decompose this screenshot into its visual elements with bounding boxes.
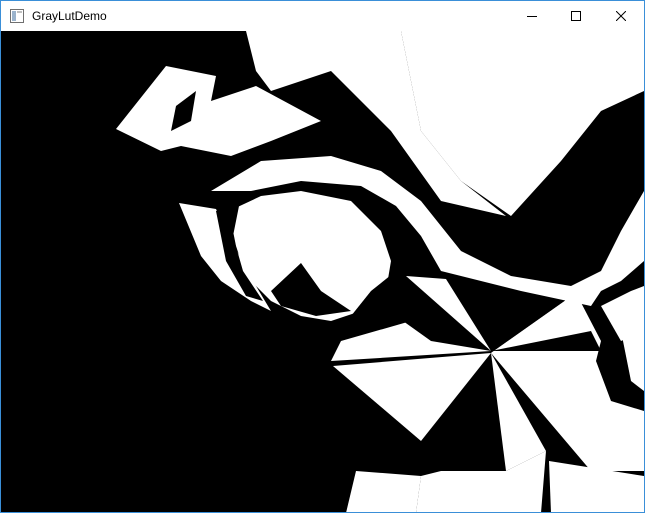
close-icon — [616, 11, 626, 21]
render-canvas[interactable] — [1, 31, 644, 512]
minimize-icon — [527, 16, 537, 17]
maximize-button[interactable] — [553, 1, 599, 31]
app-window-icon — [10, 9, 24, 23]
close-button[interactable] — [598, 1, 644, 31]
minimize-button[interactable] — [509, 1, 555, 31]
title-bar[interactable]: GrayLutDemo — [1, 1, 644, 31]
maximize-icon — [571, 11, 581, 21]
window-title: GrayLutDemo — [32, 9, 107, 23]
app-window: GrayLutDemo — [0, 0, 645, 513]
gray-lut-render — [1, 31, 644, 512]
white-region — [346, 471, 421, 512]
